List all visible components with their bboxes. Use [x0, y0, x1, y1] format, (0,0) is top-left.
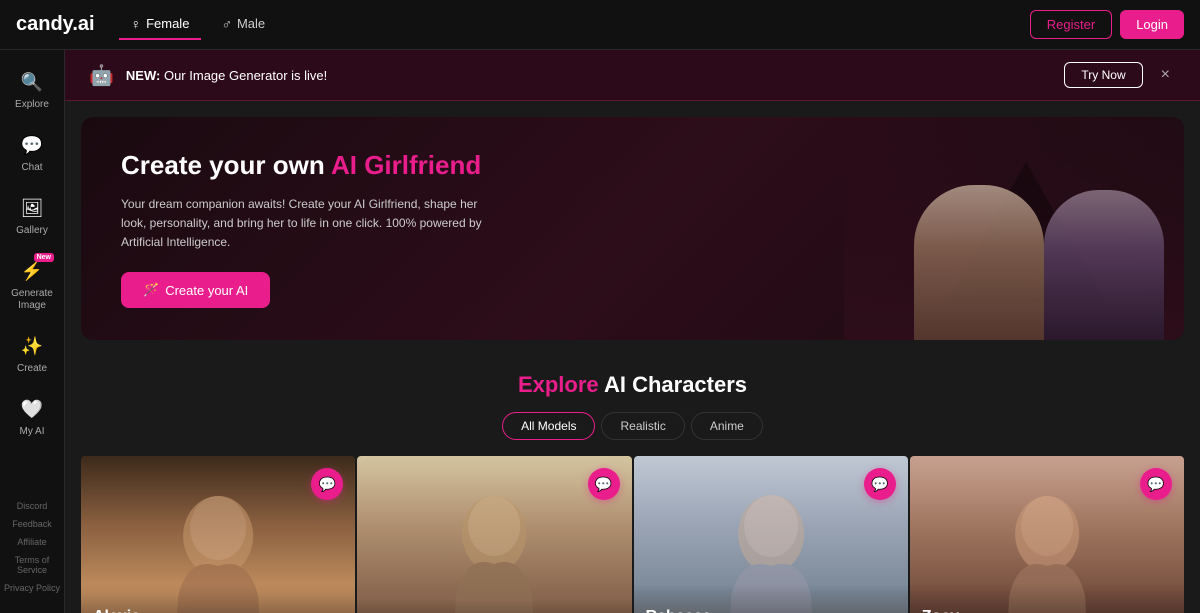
try-now-button[interactable]: Try Now [1064, 62, 1142, 88]
affiliate-link[interactable]: Affiliate [15, 535, 48, 549]
explore-icon: 🔍 [18, 68, 46, 96]
explore-title: Explore AI Characters [81, 372, 1184, 398]
main-content: 🤖 NEW: Our Image Generator is live! Try … [65, 50, 1200, 613]
close-announcement-button[interactable]: × [1155, 64, 1176, 86]
feedback-link[interactable]: Feedback [10, 517, 54, 531]
asuna-chat-button[interactable]: 💬 [588, 468, 620, 500]
alexis-name: Alexis [93, 608, 343, 613]
hero-description: Your dream companion awaits! Create your… [121, 195, 501, 253]
register-button[interactable]: Register [1030, 10, 1112, 39]
create-ai-button[interactable]: 🪄 Create your AI [121, 272, 270, 308]
gallery-icon: 🖼 [18, 194, 46, 222]
chat-icon: 💬 [18, 131, 46, 159]
privacy-link[interactable]: Privacy Policy [2, 581, 62, 595]
app-logo[interactable]: candy.ai [16, 13, 95, 36]
sidebar-item-gallery[interactable]: 🖼 Gallery [4, 186, 60, 245]
discord-link[interactable]: Discord [15, 499, 50, 513]
filter-anime[interactable]: Anime [691, 412, 763, 440]
create-icon: ✨ [18, 332, 46, 360]
character-grid: 💬 Alexis 25 years Digital muse and trend… [81, 456, 1184, 613]
sidebar: 🔍 Explore 💬 Chat 🖼 Gallery New ⚡ Generat… [0, 50, 65, 613]
character-card-asuna[interactable]: 💬 Asuna 18 years Japanese waitress, mang… [357, 456, 631, 613]
filter-tabs: All Models Realistic Anime [81, 412, 1184, 440]
myai-icon: 🤍 [18, 395, 46, 423]
rebecca-name: Rebecca [646, 608, 896, 613]
female-icon: ♀ [131, 16, 142, 32]
terms-link[interactable]: Terms of Service [0, 553, 64, 577]
login-button[interactable]: Login [1120, 10, 1184, 39]
hero-banner: Create your own AI Girlfriend Your dream… [81, 117, 1184, 340]
hero-content: Create your own AI Girlfriend Your dream… [121, 149, 1144, 308]
explore-section: Explore AI Characters All Models Realist… [65, 356, 1200, 613]
filter-realistic[interactable]: Realistic [601, 412, 684, 440]
rebecca-info: Rebecca 51 years Active Yoga and fitness… [634, 584, 908, 613]
male-tab[interactable]: ♂ Male [209, 10, 277, 40]
character-card-alexis[interactable]: 💬 Alexis 25 years Digital muse and trend… [81, 456, 355, 613]
create-btn-icon: 🪄 [143, 282, 159, 298]
new-badge: New [34, 253, 54, 262]
sidebar-item-explore[interactable]: 🔍 Explore [4, 60, 60, 119]
announcement-banner: 🤖 NEW: Our Image Generator is live! Try … [65, 50, 1200, 101]
female-tab[interactable]: ♀ Female [119, 10, 202, 40]
zoey-info: Zoey 21 years Trendy student and barista… [910, 584, 1184, 613]
sidebar-item-create[interactable]: ✨ Create [4, 324, 60, 383]
sidebar-item-generate[interactable]: New ⚡ Generate Image [4, 249, 60, 320]
announcement-text: NEW: Our Image Generator is live! [126, 68, 1053, 83]
character-card-rebecca[interactable]: 💬 Rebecca 51 years Active Yoga and fitne… [634, 456, 908, 613]
zoey-name: Zoey [922, 608, 1172, 613]
nav-buttons: Register Login [1030, 10, 1184, 39]
announcement-icon: 🤖 [89, 63, 114, 88]
sidebar-item-chat[interactable]: 💬 Chat [4, 123, 60, 182]
alexis-info: Alexis 25 years Digital muse and trendse… [81, 584, 355, 613]
main-layout: 🔍 Explore 💬 Chat 🖼 Gallery New ⚡ Generat… [0, 50, 1200, 613]
rebecca-chat-button[interactable]: 💬 [864, 468, 896, 500]
top-navigation: candy.ai ♀ Female ♂ Male Register Login [0, 0, 1200, 50]
filter-all-models[interactable]: All Models [502, 412, 595, 440]
gender-tabs: ♀ Female ♂ Male [119, 10, 1030, 40]
asuna-info: Asuna 18 years Japanese waitress, manga … [357, 599, 631, 613]
sidebar-item-myai[interactable]: 🤍 My AI [4, 387, 60, 446]
sidebar-top: 🔍 Explore 💬 Chat 🖼 Gallery New ⚡ Generat… [0, 60, 64, 446]
male-icon: ♂ [221, 16, 232, 32]
character-card-zoey[interactable]: 💬 Zoey 21 years Trendy student and baris… [910, 456, 1184, 613]
create-btn-label: Create your AI [165, 283, 248, 298]
hero-title: Create your own AI Girlfriend [121, 149, 1144, 183]
sidebar-bottom: Discord Feedback Affiliate Terms of Serv… [0, 499, 64, 603]
